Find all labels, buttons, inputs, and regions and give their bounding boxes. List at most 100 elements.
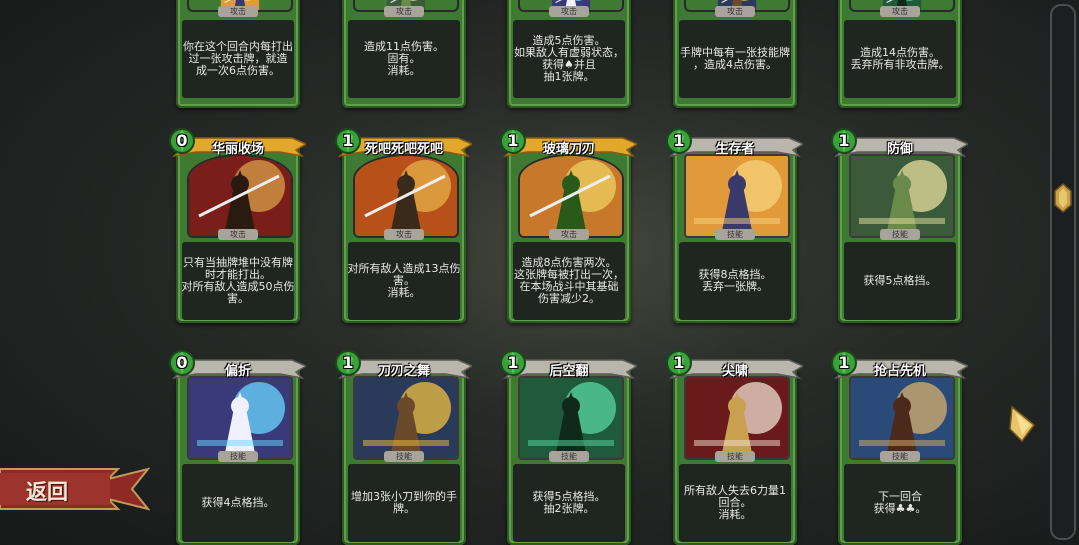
- card-description: 获得5点格挡。: [844, 242, 956, 320]
- back-button[interactable]: 返回: [0, 465, 150, 513]
- card-description: 所有敌人失去6力量1 回合。 消耗。: [679, 464, 791, 542]
- card-art: [518, 376, 624, 460]
- card-description: 下一回合 获得♣♣。: [844, 464, 956, 542]
- card-description-line: 伤害减少2。: [538, 292, 600, 305]
- card-description: 造成11点伤害。 固有。 消耗。: [348, 20, 460, 98]
- card-art-illustration: [686, 156, 788, 236]
- crystal-cursor-icon: [1009, 405, 1036, 443]
- card-art: [353, 154, 459, 238]
- card-description: 获得8点格挡。 丢弃一张牌。: [679, 242, 791, 320]
- energy-cost-value: 0: [176, 353, 188, 372]
- card-description-line: 丢弃一张牌。: [702, 280, 768, 293]
- card-art-illustration: [851, 378, 953, 458]
- energy-cost-orb: 0: [168, 127, 196, 155]
- energy-cost-value: 1: [673, 353, 685, 372]
- card-description: 手牌中每有一张技能牌 ，造成4点伤害。: [679, 20, 791, 98]
- card-description-line: 抽1张牌。: [543, 70, 595, 83]
- card-art: [684, 154, 790, 238]
- card-art: [187, 154, 293, 238]
- card-partial[interactable]: 攻击你在这个回合内每打出 过一张攻击牌，就造 成一次6点伤害。: [170, 0, 306, 110]
- card-description-line: 丢弃所有非攻击牌。: [850, 58, 950, 71]
- card[interactable]: 华丽收场 0 攻击 只有当抽牌堆中没有牌 时才能打出。 对所有敌人造成50点伤 害。: [168, 127, 306, 325]
- card-description: 对所有敌人造成13点伤 害。 消耗。: [348, 242, 461, 320]
- card-type-label: 攻击: [880, 6, 920, 17]
- card-description: 造成8点伤害两次。 这张牌每被打出一次， 在本场战斗中其基础 伤害减少2。: [513, 242, 625, 320]
- card-description-line: 抽2张牌。: [543, 502, 595, 515]
- card-description-line: 消耗。: [387, 64, 421, 77]
- card-type-label: 技能: [715, 451, 755, 462]
- card-description: 你在这个回合内每打出 过一张攻击牌，就造 成一次6点伤害。: [182, 20, 294, 98]
- card-art: [849, 376, 955, 460]
- card-description-line: 害。: [227, 292, 249, 305]
- energy-cost-orb: 1: [499, 349, 527, 377]
- energy-cost-value: 1: [673, 131, 685, 150]
- card-description: 造成5点伤害。 如果敌人有虚弱状态， 获得♠并且 抽1张牌。: [513, 20, 625, 98]
- card[interactable]: 偏折 0 技能 获得4点格挡。: [169, 350, 306, 545]
- card-art-illustration: [520, 378, 622, 458]
- card[interactable]: 后空翻 1 技能 获得5点格挡。 抽2张牌。: [499, 349, 637, 545]
- energy-cost-value: 1: [838, 131, 850, 150]
- card-partial[interactable]: 攻击造成5点伤害。 如果敌人有虚弱状态， 获得♠并且 抽1张牌。: [501, 0, 637, 110]
- energy-cost-value: 1: [507, 131, 519, 150]
- energy-cost-orb: 1: [334, 349, 362, 377]
- card[interactable]: 防御 1 技能 获得5点格挡。: [830, 127, 968, 325]
- card-art: [849, 154, 955, 238]
- card-description: 获得5点格挡。 抽2张牌。: [513, 464, 625, 542]
- card-description-line: 牌。: [393, 502, 415, 515]
- card-description-line: 消耗。: [718, 508, 752, 521]
- card-type-label: 技能: [880, 229, 920, 240]
- card-type-label: 技能: [715, 229, 755, 240]
- card[interactable]: 生存者 1 技能 获得8点格挡。 丢弃一张牌。: [665, 127, 803, 325]
- energy-cost-value: 1: [507, 353, 519, 372]
- card-type-label: 技能: [218, 451, 258, 462]
- card-partial[interactable]: 攻击造成14点伤害。 丢弃所有非攻击牌。: [832, 0, 968, 110]
- card-art-illustration: [355, 156, 457, 236]
- card-type-label: 攻击: [549, 6, 589, 17]
- card-partial[interactable]: 攻击手牌中每有一张技能牌 ，造成4点伤害。: [667, 0, 803, 110]
- card-description: 获得4点格挡。: [182, 464, 294, 542]
- energy-cost-orb: 1: [830, 349, 858, 377]
- back-button-banner: [0, 467, 150, 511]
- card-art-illustration: [686, 378, 788, 458]
- card-type-label: 攻击: [384, 229, 424, 240]
- card-description-line: ，造成4点伤害。: [693, 58, 777, 71]
- card-type-label: 攻击: [549, 229, 589, 240]
- card-type-label: 攻击: [218, 6, 258, 17]
- card-type-label: 攻击: [218, 229, 258, 240]
- card-library-screen: 攻击 你在这个回合内每打出 过一张攻击牌，就造 成一次6点伤害。 攻击 造成11点伤害。固…: [0, 0, 1079, 545]
- card-description-line: 成一次6点伤害。: [196, 64, 280, 77]
- energy-cost-orb: 1: [665, 127, 693, 155]
- card-art: [353, 376, 459, 460]
- energy-cost-orb: 1: [830, 127, 858, 155]
- card-description: 增加3张小刀到你的手 牌。: [348, 464, 460, 542]
- card-description-line: 消耗。: [387, 286, 421, 299]
- card-type-label: 技能: [549, 451, 589, 462]
- energy-cost-value: 1: [342, 131, 354, 150]
- card-type-label: 攻击: [715, 6, 755, 17]
- back-button-label: 返回: [26, 480, 68, 504]
- card-description: 造成14点伤害。 丢弃所有非攻击牌。: [844, 20, 956, 98]
- energy-cost-value: 0: [176, 131, 188, 150]
- card-type-label: 攻击: [384, 6, 424, 17]
- card-art: [684, 376, 790, 460]
- card-description: 只有当抽牌堆中没有牌 时才能打出。 对所有敌人造成50点伤 害。: [182, 242, 295, 320]
- card-description-line: 获得5点格挡。: [863, 274, 937, 287]
- card[interactable]: 尖啸 1 技能 所有敌人失去6力量1 回合。 消耗。: [665, 349, 803, 545]
- card-art-illustration: [189, 378, 291, 458]
- energy-cost-orb: 1: [499, 127, 527, 155]
- card[interactable]: 玻璃刀刃 1 攻击 造成8点伤害两次。 这张牌每被打出一次， 在本场战斗中其基础 伤害减少2…: [499, 127, 637, 325]
- card-art-illustration: [189, 156, 291, 236]
- card-partial[interactable]: 攻击造成11点伤害。 固有。 消耗。: [336, 0, 472, 110]
- card-art-illustration: [355, 378, 457, 458]
- card-art: [187, 376, 293, 460]
- card[interactable]: 抢占先机 1 技能 下一回合 获得♣♣。: [830, 349, 968, 545]
- card-art: [518, 154, 624, 238]
- energy-cost-value: 1: [342, 353, 354, 372]
- card[interactable]: 刀刃之舞 1 技能 增加3张小刀到你的手 牌。: [334, 349, 472, 545]
- scrollbar-track[interactable]: [1050, 4, 1076, 540]
- energy-cost-orb: 1: [665, 349, 693, 377]
- scrollbar-thumb[interactable]: [1054, 183, 1072, 213]
- energy-cost-orb: 1: [334, 127, 362, 155]
- card-art-illustration: [851, 156, 953, 236]
- card[interactable]: 死吧死吧死吧 1 攻击 对所有敌人造成13点伤 害。 消耗。: [334, 127, 472, 325]
